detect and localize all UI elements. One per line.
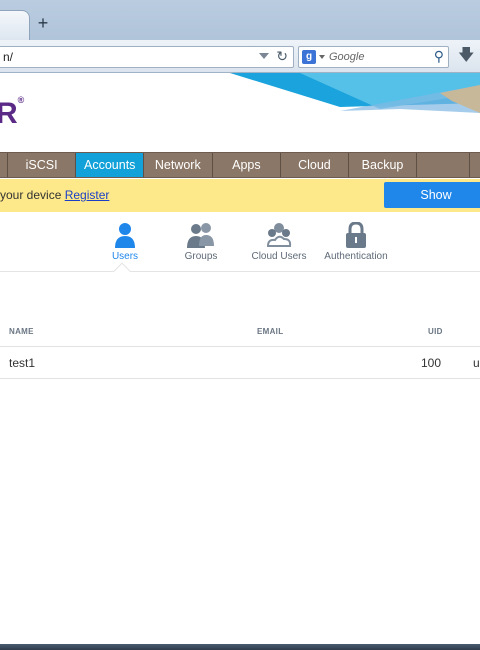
web-page: R® iSCSI Accounts Network Apps Cloud Bac…	[0, 73, 480, 644]
show-button[interactable]: Show	[384, 182, 480, 208]
cell-name: test1	[9, 356, 36, 370]
tab-authentication[interactable]: Authentication	[320, 220, 392, 262]
reload-icon[interactable]: ↻	[276, 48, 288, 65]
menu-item-blank[interactable]	[417, 153, 471, 177]
registration-notice: your device Register Show	[0, 179, 480, 212]
tab-users[interactable]: Users	[104, 220, 146, 262]
menu-item-iscsi[interactable]: iSCSI	[8, 153, 77, 177]
menu-item-backup[interactable]: Backup	[349, 153, 418, 177]
menu-item-apps[interactable]: Apps	[213, 153, 282, 177]
column-header-uid[interactable]: UID	[428, 327, 443, 336]
table-row[interactable]: test1 100 u	[0, 347, 480, 379]
cell-extra: u	[473, 356, 480, 370]
cell-uid: 100	[421, 356, 442, 370]
menu-item-hidden[interactable]	[0, 153, 8, 177]
url-history-dropdown-icon[interactable]	[259, 53, 269, 59]
menu-item-network[interactable]: Network	[144, 153, 213, 177]
tab-cloud-users-label: Cloud Users	[251, 251, 307, 262]
search-icon[interactable]: ⚲	[434, 48, 444, 65]
menu-item-more[interactable]	[470, 153, 480, 177]
search-engine-dropdown-icon[interactable]	[319, 55, 325, 59]
navigation-bar: n/ ↻ g Google ⚲	[0, 40, 480, 73]
taskbar	[0, 644, 480, 650]
register-link[interactable]: Register	[65, 188, 110, 202]
banner-graphic	[230, 73, 480, 113]
column-header-name[interactable]: NAME	[9, 327, 34, 336]
address-url: n/	[3, 50, 14, 64]
main-menu: iSCSI Accounts Network Apps Cloud Backup	[0, 152, 480, 178]
google-icon[interactable]: g	[302, 50, 316, 64]
tab-groups[interactable]: Groups	[178, 220, 224, 262]
tab-groups-label: Groups	[184, 251, 218, 262]
users-table: NAME EMAIL UID test1 100 u	[0, 319, 480, 379]
cloud-users-icon	[250, 220, 308, 248]
column-header-email[interactable]: EMAIL	[257, 327, 283, 336]
download-icon[interactable]: 🡇	[458, 44, 474, 71]
lock-icon	[320, 220, 392, 248]
search-placeholder: Google	[329, 51, 365, 63]
menu-item-cloud[interactable]: Cloud	[281, 153, 349, 177]
new-tab-button[interactable]: +	[34, 13, 52, 33]
menu-item-accounts[interactable]: Accounts	[76, 153, 145, 177]
search-bar[interactable]: g Google ⚲	[298, 46, 449, 68]
browser-tab[interactable]	[0, 10, 30, 40]
accounts-subnav: Users Groups Cloud Users Authentication	[0, 212, 480, 280]
group-icon	[178, 220, 224, 248]
tab-authentication-label: Authentication	[324, 251, 388, 262]
header-banner: R®	[0, 73, 480, 151]
tab-cloud-users[interactable]: Cloud Users	[250, 220, 308, 262]
brand-logo[interactable]: R®	[0, 95, 24, 131]
notice-message: your device Register	[0, 188, 110, 202]
active-tab-pointer	[113, 262, 131, 280]
table-header: NAME EMAIL UID	[0, 319, 480, 347]
browser-chrome: + n/ ↻ g Google ⚲ 🡇	[0, 0, 480, 73]
tab-users-label: Users	[111, 251, 139, 262]
user-icon	[104, 220, 146, 248]
address-bar[interactable]: n/ ↻	[0, 46, 294, 68]
